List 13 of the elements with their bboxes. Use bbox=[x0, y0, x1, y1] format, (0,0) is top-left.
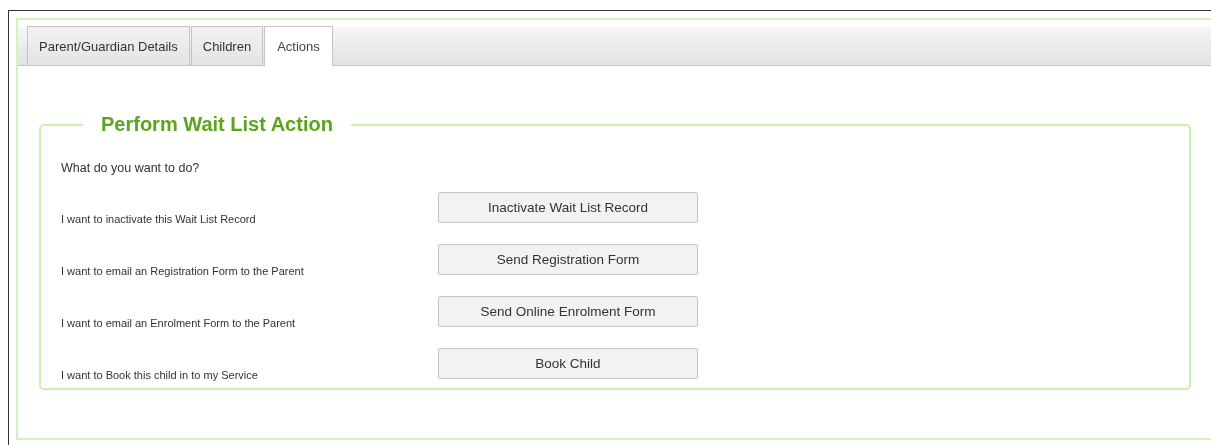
tab[interactable]: Parent/Guardian Details bbox=[27, 26, 190, 65]
tab[interactable]: Children bbox=[190, 26, 264, 65]
action-description: I want to email an Enrolment Form to the Parent bbox=[61, 316, 297, 329]
action-button[interactable]: Book Child bbox=[438, 347, 698, 379]
action-button[interactable]: Send Registration Form bbox=[438, 243, 698, 275]
tab[interactable]: Actions bbox=[264, 26, 333, 66]
action-description: I want to email an Registration Form to the Parent bbox=[61, 264, 305, 277]
action-button[interactable]: Inactivate Wait List Record bbox=[438, 191, 698, 223]
panel-title: Perform Wait List Action bbox=[100, 113, 334, 136]
question-text: What do you want to do? bbox=[61, 161, 200, 175]
action-button[interactable]: Send Online Enrolment Form bbox=[438, 295, 698, 327]
action-description: I want to inactivate this Wait List Record bbox=[61, 212, 257, 225]
action-description: I want to Book this child in to my Service bbox=[61, 368, 259, 381]
